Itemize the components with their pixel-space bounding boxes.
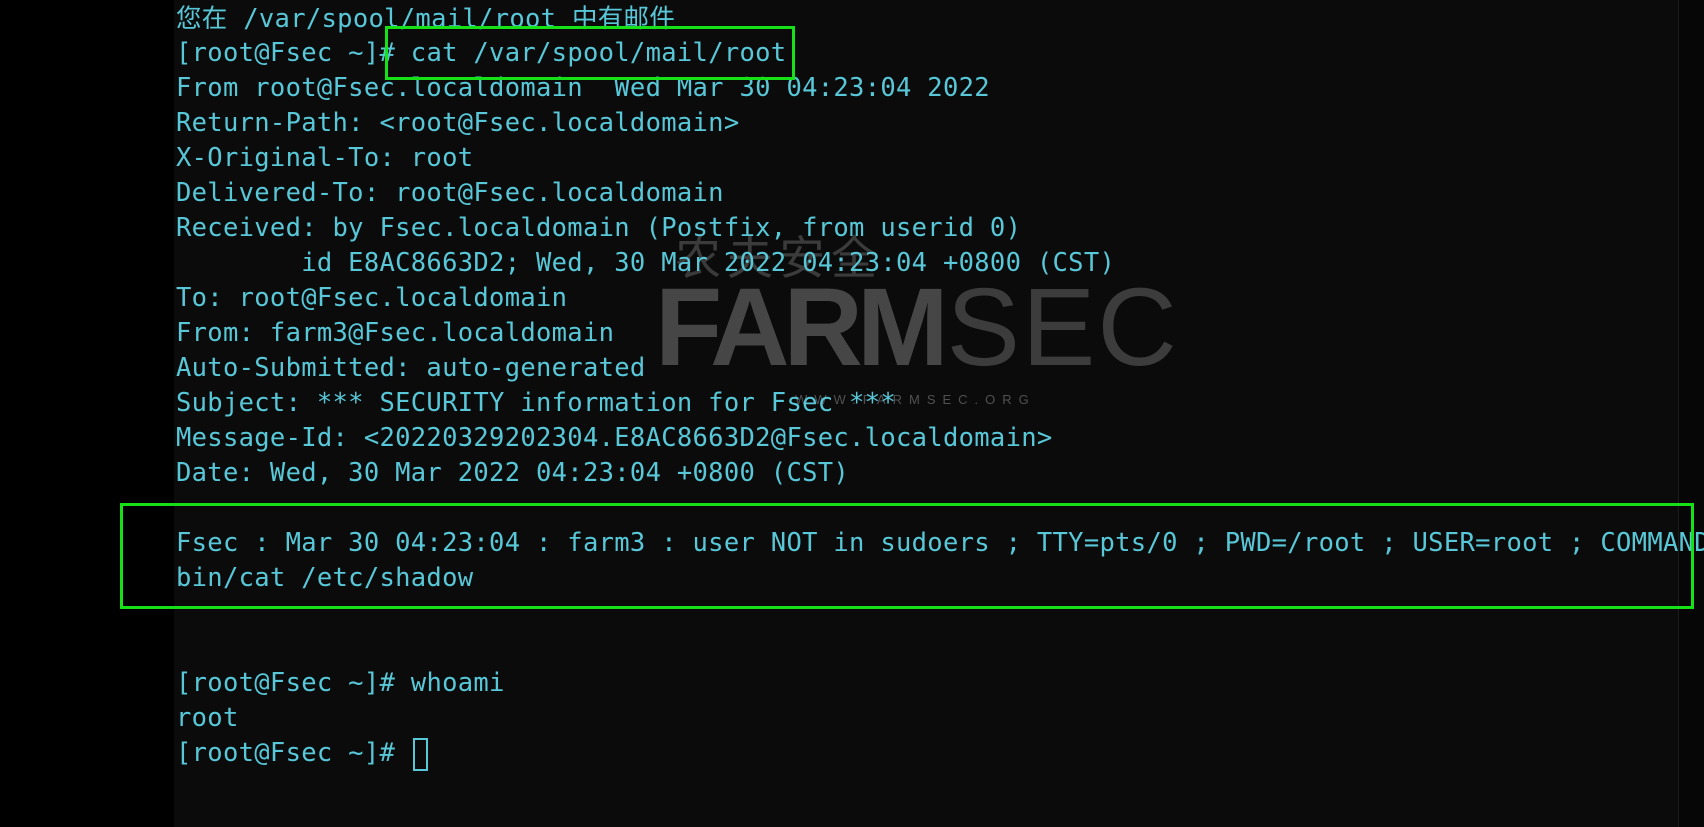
- whoami-command: whoami: [410, 668, 505, 698]
- mail-subject: Subject: *** SECURITY information for Fs…: [176, 388, 897, 418]
- mail-delivered-to: Delivered-To: root@Fsec.localdomain: [176, 178, 724, 208]
- prompt-line-current[interactable]: [root@Fsec ~]#: [176, 736, 428, 771]
- mail-received: Received: by Fsec.localdomain (Postfix, …: [176, 213, 1022, 243]
- terminal-screenshot: 农夫安全 FARMSEC WWW.FARMSEC.ORG 您在 /var/spo…: [0, 0, 1704, 827]
- prompt-line-whoami: [root@Fsec ~]# whoami: [176, 666, 505, 701]
- highlight-box-cat-command: [385, 26, 795, 80]
- mail-received-id: id E8AC8663D2; Wed, 30 Mar 2022 04:23:04…: [176, 248, 1116, 278]
- highlight-box-sudo-alert: [120, 503, 1694, 609]
- mail-return-path: Return-Path: <root@Fsec.localdomain>: [176, 108, 740, 138]
- whoami-output: root: [176, 703, 239, 733]
- scrollbar-track[interactable]: [1678, 0, 1704, 827]
- mail-auto-submitted: Auto-Submitted: auto-generated: [176, 353, 646, 383]
- shell-prompt: [root@Fsec ~]#: [176, 668, 411, 698]
- mail-date: Date: Wed, 30 Mar 2022 04:23:04 +0800 (C…: [176, 458, 850, 488]
- shell-prompt: [root@Fsec ~]#: [176, 38, 411, 68]
- mail-to: To: root@Fsec.localdomain: [176, 283, 568, 313]
- text-cursor[interactable]: [412, 737, 428, 771]
- left-margin: [0, 0, 175, 827]
- mail-message-id: Message-Id: <20220329202304.E8AC8663D2@F…: [176, 423, 1053, 453]
- mail-original-to: X-Original-To: root: [176, 143, 474, 173]
- shell-prompt: [root@Fsec ~]#: [176, 738, 411, 768]
- mail-from-header: From: farm3@Fsec.localdomain: [176, 318, 615, 348]
